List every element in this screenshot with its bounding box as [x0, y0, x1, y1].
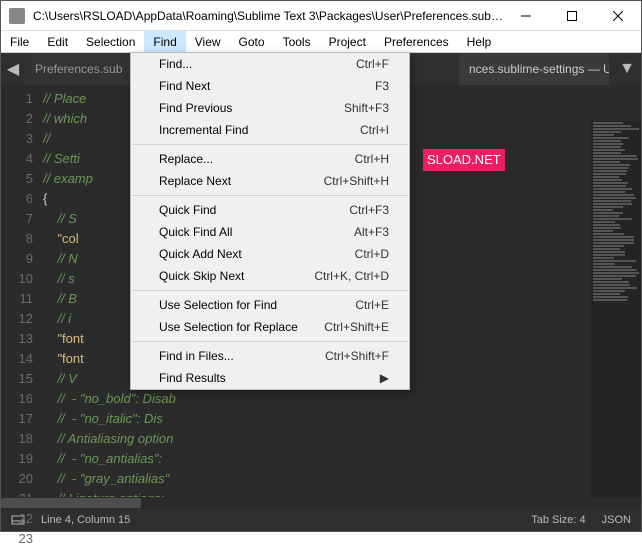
minimize-button[interactable]	[503, 1, 549, 31]
menu-view[interactable]: View	[186, 31, 230, 52]
menu-find[interactable]: Find	[144, 31, 185, 52]
watermark-badge: SLOAD.NET	[423, 149, 505, 171]
menu-tools[interactable]: Tools	[274, 31, 320, 52]
scrollbar-thumb[interactable]	[1, 498, 141, 508]
horizontal-scrollbar[interactable]	[1, 497, 641, 509]
menu-selection[interactable]: Selection	[77, 31, 144, 52]
find-menu-item[interactable]: Find NextF3	[131, 75, 409, 97]
find-menu-item[interactable]: Find...Ctrl+F	[131, 53, 409, 75]
find-menu-dropdown: Find...Ctrl+FFind NextF3Find PreviousShi…	[130, 52, 410, 390]
tab-dropdown[interactable]: ▼	[613, 53, 641, 85]
close-button[interactable]	[595, 1, 641, 31]
menu-bar: FileEditSelectionFindViewGotoToolsProjec…	[1, 31, 641, 53]
find-menu-item[interactable]: Quick Add NextCtrl+D	[131, 243, 409, 265]
find-menu-item[interactable]: Use Selection for ReplaceCtrl+Shift+E	[131, 316, 409, 338]
tab-preferences-default[interactable]: Preferences.sub	[25, 53, 132, 85]
menu-project[interactable]: Project	[320, 31, 375, 52]
menu-file[interactable]: File	[1, 31, 38, 52]
status-cursor-position: Line 4, Column 15	[41, 514, 130, 526]
tab-label: Preferences.sub	[35, 62, 122, 76]
find-menu-item[interactable]: Find Results▶	[131, 367, 409, 389]
menu-preferences[interactable]: Preferences	[375, 31, 458, 52]
submenu-arrow-icon: ▶	[380, 371, 389, 385]
window-title: C:\Users\RSLOAD\AppData\Roaming\Sublime …	[33, 9, 503, 23]
find-menu-item[interactable]: Find PreviousShift+F3	[131, 97, 409, 119]
tab-preferences-user[interactable]: nces.sublime-settings — User	[459, 53, 609, 85]
maximize-button[interactable]	[549, 1, 595, 31]
minimap[interactable]	[591, 121, 641, 497]
find-menu-item[interactable]: Quick Find AllAlt+F3	[131, 221, 409, 243]
find-menu-item[interactable]: Quick Skip NextCtrl+K, Ctrl+D	[131, 265, 409, 287]
status-bar: Line 4, Column 15 Tab Size: 4 JSON	[1, 509, 641, 531]
find-menu-item[interactable]: Use Selection for FindCtrl+E	[131, 294, 409, 316]
find-menu-item[interactable]: Quick FindCtrl+F3	[131, 199, 409, 221]
find-menu-item[interactable]: Replace...Ctrl+H	[131, 148, 409, 170]
window-titlebar: C:\Users\RSLOAD\AppData\Roaming\Sublime …	[1, 1, 641, 31]
tab-scroll-left[interactable]: ◀	[1, 53, 25, 85]
tab-label: nces.sublime-settings — User	[469, 62, 609, 76]
app-icon	[9, 8, 25, 24]
menu-help[interactable]: Help	[458, 31, 501, 52]
status-syntax[interactable]: JSON	[602, 514, 631, 526]
window-controls	[503, 1, 641, 31]
line-number-gutter: 1234567891011121314151617181920212223	[1, 85, 43, 509]
menu-edit[interactable]: Edit	[38, 31, 77, 52]
menu-goto[interactable]: Goto	[230, 31, 274, 52]
find-menu-item[interactable]: Find in Files...Ctrl+Shift+F	[131, 345, 409, 367]
find-menu-item[interactable]: Incremental FindCtrl+I	[131, 119, 409, 141]
find-menu-item[interactable]: Replace NextCtrl+Shift+H	[131, 170, 409, 192]
status-tab-size[interactable]: Tab Size: 4	[531, 514, 585, 526]
